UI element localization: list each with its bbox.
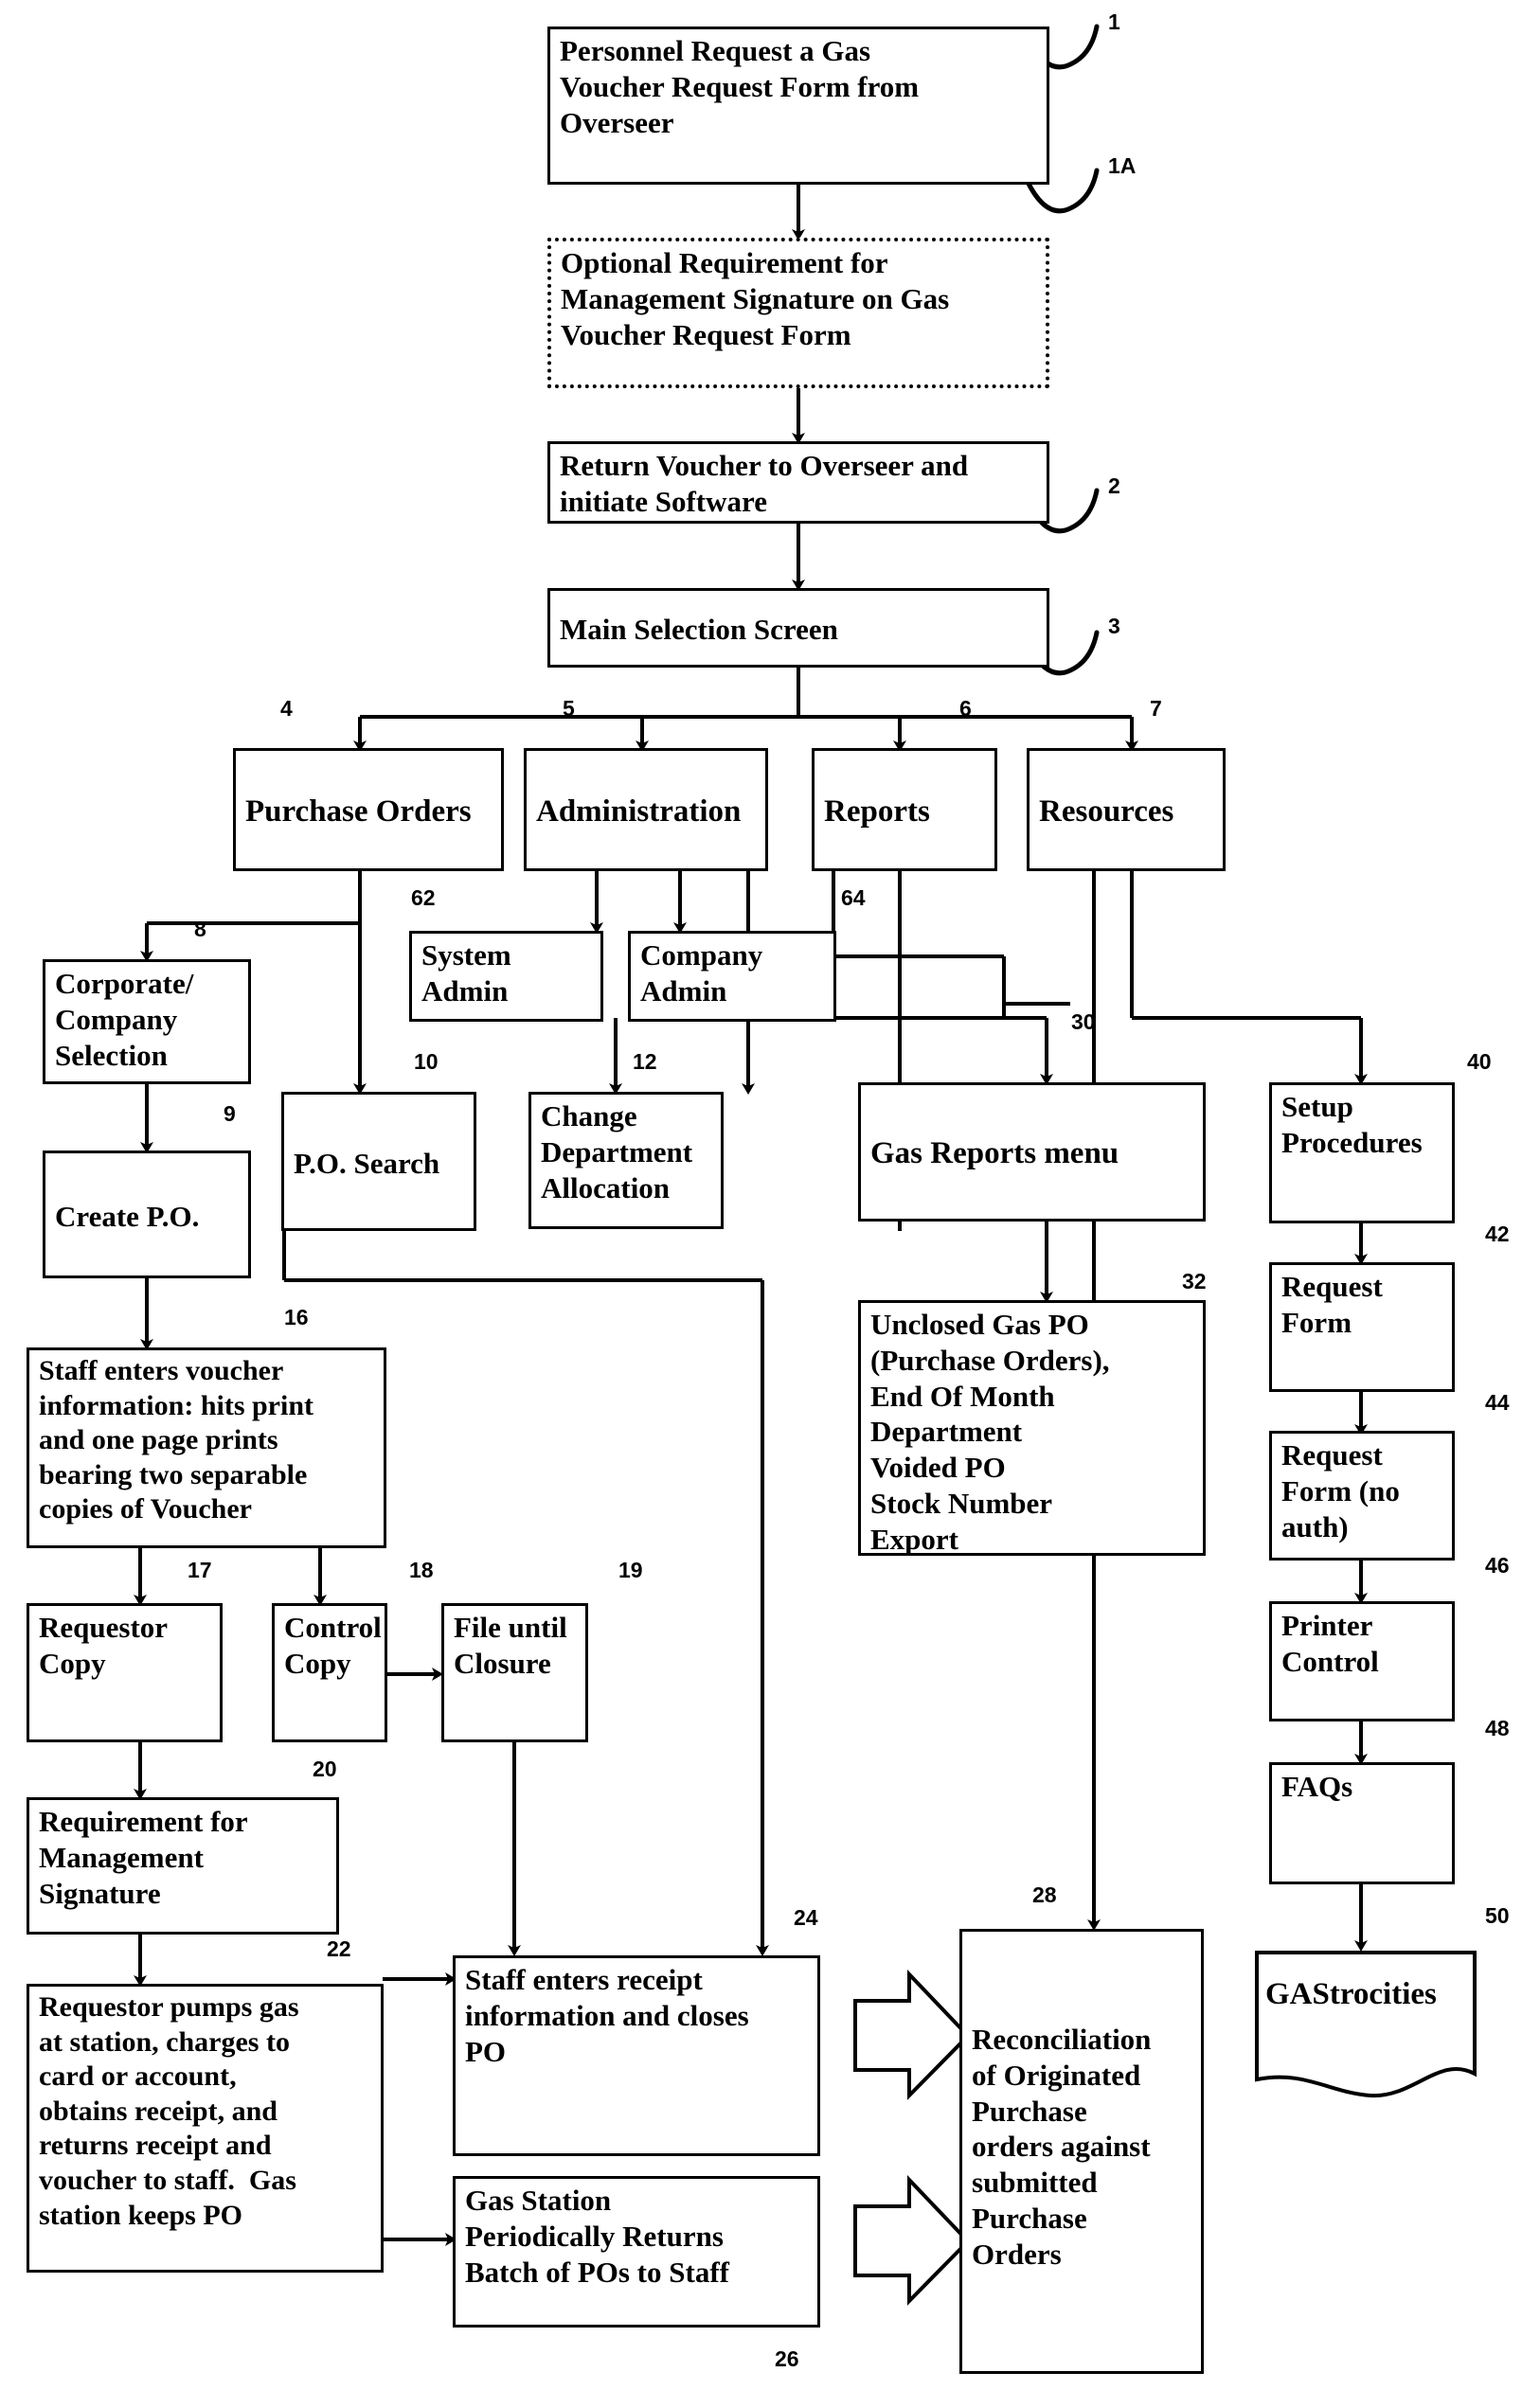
node-label: Requestor Copy [39, 1611, 169, 1680]
node-label: FAQs [1281, 1770, 1353, 1803]
node-personnel-request[interactable]: Personnel Request a Gas Voucher Request F… [547, 27, 1049, 185]
node-label: Printer Control [1281, 1609, 1379, 1678]
ref-label-19: 19 [618, 1558, 643, 1582]
node-label: File until Closure [454, 1611, 567, 1680]
ref-label-20: 20 [313, 1757, 337, 1781]
ref-label-62: 62 [411, 885, 436, 910]
node-label: Purchase Orders [245, 794, 472, 829]
node-control-copy[interactable]: Control Copy [272, 1603, 387, 1742]
node-label: Return Voucher to Overseer and initiate S… [560, 449, 969, 518]
ref-label-64: 64 [841, 885, 866, 910]
node-label: P.O. Search [294, 1146, 440, 1180]
ref-label-28: 28 [1032, 1882, 1057, 1907]
node-optional-mgmt-signature[interactable]: Optional Requirement for Management Signa… [547, 238, 1049, 388]
node-request-form[interactable]: Request Form [1269, 1262, 1455, 1392]
ref-label-12: 12 [633, 1049, 657, 1074]
ref-label-26: 26 [775, 2346, 799, 2371]
node-gas-station-returns-batch[interactable]: Gas Station Periodically Returns Batch of … [453, 2176, 820, 2328]
node-gastrocities[interactable]: GAStrocities [1252, 1949, 1479, 2105]
node-label: GAStrocities [1265, 1977, 1437, 2011]
ref-label-46: 46 [1485, 1553, 1510, 1578]
node-corporate-company-selection[interactable]: Corporate/Company Selection [43, 959, 251, 1084]
node-reconciliation[interactable]: Reconciliation of Originated Purchase order… [959, 1929, 1204, 2374]
ref-label-6: 6 [959, 696, 972, 721]
node-setup-procedures[interactable]: Setup Procedures [1269, 1082, 1455, 1223]
node-requirement-mgmt-signature[interactable]: Requirement for Management Signature [27, 1797, 339, 1935]
node-label: Administration [536, 794, 742, 829]
node-label: Resources [1039, 794, 1174, 829]
node-po-search[interactable]: P.O. Search [281, 1092, 476, 1231]
node-label: Control Copy [284, 1611, 382, 1680]
node-staff-enters-voucher-info[interactable]: Staff enters voucher information: hits pr… [27, 1347, 386, 1548]
node-requestor-copy[interactable]: Requestor Copy [27, 1603, 223, 1742]
block-arrow [853, 1970, 971, 2306]
node-label: Gas Reports menu [870, 1136, 1119, 1171]
node-change-department-allocation[interactable]: Change Department Allocation [528, 1092, 724, 1229]
ref-label-1: 1 [1108, 9, 1120, 34]
node-label: Change Department Allocation [541, 1099, 693, 1204]
node-label: Setup Procedures [1281, 1090, 1423, 1159]
ref-label-50: 50 [1485, 1903, 1510, 1928]
node-label: Staff enters receipt information and clos… [465, 1963, 749, 2068]
node-staff-enters-receipt-info[interactable]: Staff enters receipt information and clos… [453, 1955, 820, 2156]
ref-label-40: 40 [1467, 1049, 1492, 1074]
node-label: Company Admin [640, 938, 763, 1008]
ref-label-4: 4 [280, 696, 293, 721]
node-label: Optional Requirement for Management Signa… [561, 246, 950, 351]
ref-label-16: 16 [284, 1305, 309, 1329]
node-reports[interactable]: Reports [812, 748, 997, 871]
node-label: Corporate/Company Selection [55, 967, 194, 1072]
flowchart-canvas: Personnel Request a Gas Voucher Request F… [0, 0, 1540, 2408]
node-label: Personnel Request a Gas Voucher Request F… [560, 34, 920, 139]
node-label: Staff enters voucher information: hits pr… [39, 1355, 314, 1525]
ref-label-18: 18 [409, 1558, 434, 1582]
node-gas-reports-menu[interactable]: Gas Reports menu [858, 1082, 1206, 1222]
ref-label-5: 5 [563, 696, 575, 721]
node-printer-control[interactable]: Printer Control [1269, 1601, 1455, 1721]
ref-label-10: 10 [414, 1049, 439, 1074]
ref-label-7: 7 [1150, 696, 1162, 721]
node-label: System Admin [421, 938, 511, 1008]
node-file-until-closure[interactable]: File until Closure [441, 1603, 588, 1742]
node-label: Create P.O. [55, 1199, 200, 1233]
node-label: Main Selection Screen [560, 613, 838, 647]
ref-label-44: 44 [1485, 1390, 1510, 1415]
node-request-form-no-auth[interactable]: Request Form (no auth) [1269, 1431, 1455, 1561]
node-requestor-pumps-gas[interactable]: Requestor pumps gas at station, charges t… [27, 1984, 384, 2273]
ref-label-32: 32 [1182, 1269, 1207, 1293]
ref-label-42: 42 [1485, 1222, 1510, 1246]
node-label: Requestor pumps gas at station, charges t… [39, 1991, 299, 2231]
ref-label-17: 17 [188, 1558, 212, 1582]
node-administration[interactable]: Administration [524, 748, 768, 871]
node-report-types[interactable]: Unclosed Gas PO (Purchase Orders), End Of … [858, 1300, 1206, 1556]
ref-label-48: 48 [1485, 1716, 1510, 1740]
node-purchase-orders[interactable]: Purchase Orders [233, 748, 504, 871]
node-faqs[interactable]: FAQs [1269, 1762, 1455, 1884]
ref-label-24: 24 [794, 1905, 818, 1930]
ref-label-2: 2 [1108, 473, 1120, 498]
ref-label-22: 22 [327, 1936, 351, 1961]
node-label: Request Form [1281, 1270, 1383, 1339]
ref-label-3: 3 [1108, 614, 1120, 638]
node-label: Reconciliation of Originated Purchase order… [972, 2023, 1152, 2271]
ref-label-1a: 1A [1108, 153, 1137, 178]
ref-label-8: 8 [194, 917, 206, 941]
ref-label-9: 9 [224, 1101, 236, 1126]
node-label: Requirement for Management Signature [39, 1805, 248, 1910]
ref-label-30: 30 [1071, 1009, 1096, 1034]
node-company-admin[interactable]: Company Admin [628, 931, 836, 1022]
node-main-selection-screen[interactable]: Main Selection Screen [547, 588, 1049, 668]
node-resources[interactable]: Resources [1027, 748, 1226, 871]
node-label: Reports [824, 794, 930, 829]
node-return-voucher[interactable]: Return Voucher to Overseer and initiate S… [547, 441, 1049, 524]
node-label: Gas Station Periodically Returns Batch of … [465, 2184, 729, 2289]
node-label: Unclosed Gas PO (Purchase Orders), End Of … [870, 1308, 1110, 1556]
node-create-po[interactable]: Create P.O. [43, 1150, 251, 1278]
node-system-admin[interactable]: System Admin [409, 931, 603, 1022]
node-label: Request Form (no auth) [1281, 1438, 1400, 1543]
